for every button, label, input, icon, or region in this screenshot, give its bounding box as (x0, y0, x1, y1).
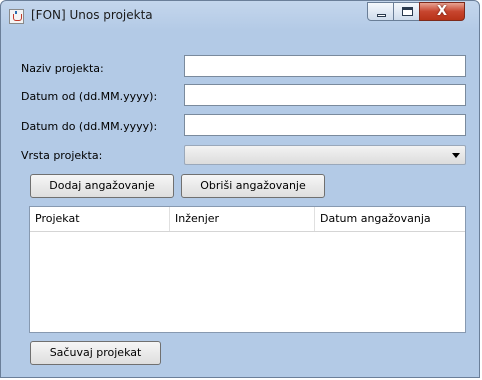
java-cup-icon[interactable] (9, 9, 24, 24)
close-button[interactable]: X (419, 2, 465, 21)
sacuvaj-projekat-button[interactable]: Sačuvaj projekat (30, 341, 161, 365)
datum-od-input[interactable] (184, 84, 466, 106)
datum-do-label: Datum do (dd.MM.yyyy): (21, 120, 158, 133)
column-header-datum-angazovanja[interactable]: Datum angažovanja (315, 207, 465, 231)
window-title: [FON] Unos projekta (31, 8, 153, 22)
title-bar[interactable]: [FON] Unos projekta X (1, 1, 479, 31)
angazovanja-table[interactable]: Projekat Inženjer Datum angažovanja (29, 206, 466, 333)
minimize-button[interactable] (367, 2, 394, 21)
table-header: Projekat Inženjer Datum angažovanja (30, 207, 465, 232)
maximize-icon (402, 7, 413, 16)
column-header-projekat[interactable]: Projekat (30, 207, 170, 231)
column-header-inzenjer[interactable]: Inženjer (170, 207, 315, 231)
minimize-icon (377, 14, 386, 17)
close-icon: X (436, 4, 448, 19)
maximize-button[interactable] (393, 2, 420, 21)
naziv-projekta-input[interactable] (184, 55, 466, 77)
obrisi-angazovanje-button[interactable]: Obriši angažovanje (181, 174, 325, 198)
naziv-projekta-label: Naziv projekta: (21, 62, 104, 75)
datum-od-label: Datum od (dd.MM.yyyy): (21, 90, 158, 103)
datum-do-input[interactable] (184, 114, 466, 136)
chevron-down-icon (452, 153, 460, 158)
dodaj-angazovanje-button[interactable]: Dodaj angažovanje (30, 174, 174, 198)
vrsta-projekta-label: Vrsta projekta: (21, 149, 103, 162)
vrsta-projekta-select[interactable] (184, 145, 466, 165)
